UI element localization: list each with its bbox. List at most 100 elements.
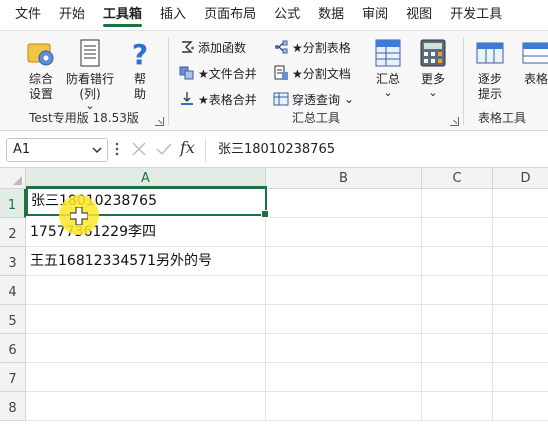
cell-c4[interactable] <box>422 276 493 305</box>
cell-c1[interactable] <box>422 189 493 218</box>
row-header-3[interactable]: 3 <box>0 247 26 276</box>
anti-typo-button[interactable]: 防看错行 (列) ⌄ <box>62 37 118 111</box>
cell-b8[interactable] <box>266 392 422 421</box>
split-tables-icon <box>275 40 288 54</box>
help-label: 帮 助 <box>133 72 146 101</box>
table-icon <box>522 42 548 64</box>
split-docs-label: ★分割文档 <box>292 66 351 81</box>
merge-tables-icon <box>181 92 193 105</box>
pivot-query-button[interactable]: 穿透查询 ⌄ <box>273 89 354 109</box>
svg-text:?: ? <box>132 38 148 69</box>
calculator-icon <box>420 39 446 67</box>
menu-bar: 文件 开始 工具箱 插入 页面布局 公式 数据 审阅 视图 开发工具 <box>0 0 548 30</box>
cell-b2[interactable] <box>266 218 422 247</box>
row-header-8[interactable]: 8 <box>0 392 26 421</box>
cell-b3[interactable] <box>266 247 422 276</box>
menu-insert[interactable]: 插入 <box>151 0 195 30</box>
cell-c5[interactable] <box>422 305 493 334</box>
cell-d4[interactable] <box>493 276 548 305</box>
menu-page-layout[interactable]: 页面布局 <box>195 0 265 30</box>
menu-file[interactable]: 文件 <box>6 0 50 30</box>
chevron-down-icon[interactable] <box>91 144 103 156</box>
dialog-launcher-icon[interactable] <box>155 117 164 126</box>
cell-a7[interactable] <box>26 363 266 392</box>
cell-b1[interactable] <box>266 189 422 218</box>
cell-a4[interactable] <box>26 276 266 305</box>
cell-c2[interactable] <box>422 218 493 247</box>
row-header-1[interactable]: 1 <box>0 189 26 218</box>
cell-d1[interactable] <box>493 189 548 218</box>
group-label-summary-tools: 汇总工具 <box>291 111 340 125</box>
row-header-2[interactable]: 2 <box>0 218 26 247</box>
cell-a3[interactable]: 王五16812334571另外的号 <box>26 247 266 276</box>
more-button[interactable]: 更多 ⌄ <box>413 37 453 99</box>
cell-a6[interactable] <box>26 334 266 363</box>
ribbon: 综合 设置 防看错行 (列) ⌄ ? 帮 助 Test专用版 18.53版 添加… <box>0 30 548 131</box>
settings-label: 综合 设置 <box>28 72 53 101</box>
help-button[interactable]: ? 帮 助 <box>122 37 158 102</box>
cell-d7[interactable] <box>493 363 548 392</box>
gear-folder-icon <box>27 43 54 66</box>
name-box-value: A1 <box>13 142 31 157</box>
cell-b6[interactable] <box>266 334 422 363</box>
column-header-c[interactable]: C <box>422 168 493 189</box>
row-header-5[interactable]: 5 <box>0 305 26 334</box>
formula-input[interactable]: 张三18010238765 <box>205 138 548 162</box>
cell-c7[interactable] <box>422 363 493 392</box>
pivot-query-label: 穿透查询 <box>292 92 341 107</box>
group-label-table-tools: 表格工具 <box>478 111 527 125</box>
cell-d2[interactable] <box>493 218 548 247</box>
menu-data[interactable]: 数据 <box>309 0 353 30</box>
insert-function-icon[interactable]: fx <box>180 138 195 157</box>
cancel-icon[interactable] <box>131 141 147 157</box>
add-function-button[interactable]: 添加函数 <box>179 37 246 57</box>
cell-b7[interactable] <box>266 363 422 392</box>
cell-d3[interactable] <box>493 247 548 276</box>
check-icon[interactable] <box>155 141 173 157</box>
cell-d5[interactable] <box>493 305 548 334</box>
menu-formulas[interactable]: 公式 <box>265 0 309 30</box>
column-header-d[interactable]: D <box>493 168 548 189</box>
ribbon-group-table-tools: 逐步 提示 表格 表格工具 <box>464 31 548 131</box>
cell-d6[interactable] <box>493 334 548 363</box>
step-hint-button[interactable]: 逐步 提示 <box>472 37 508 102</box>
split-docs-button[interactable]: ★分割文档 <box>273 63 351 83</box>
cell-d8[interactable] <box>493 392 548 421</box>
column-header-b[interactable]: B <box>266 168 422 189</box>
menu-home[interactable]: 开始 <box>50 0 94 30</box>
summary-sheet-icon <box>375 39 401 67</box>
menu-view[interactable]: 视图 <box>397 0 441 30</box>
settings-button[interactable]: 综合 设置 <box>20 37 62 102</box>
split-tables-label: ★分割表格 <box>292 40 351 55</box>
menu-toolbox[interactable]: 工具箱 <box>94 0 151 30</box>
cell-c8[interactable] <box>422 392 493 421</box>
row-header-7[interactable]: 7 <box>0 363 26 392</box>
name-box[interactable]: A1 <box>6 138 108 162</box>
merge-tables-button[interactable]: ★表格合并 <box>179 89 257 109</box>
menu-review[interactable]: 审阅 <box>353 0 397 30</box>
dialog-launcher-icon[interactable] <box>450 117 459 126</box>
menu-developer[interactable]: 开发工具 <box>441 0 511 30</box>
split-docs-icon <box>274 65 288 80</box>
chevron-down-icon: ⌄ <box>344 92 355 106</box>
cell-a8[interactable] <box>26 392 266 421</box>
cell-b4[interactable] <box>266 276 422 305</box>
cell-c3[interactable] <box>422 247 493 276</box>
table-button[interactable]: 表格 <box>516 37 548 87</box>
summary-button[interactable]: 汇总 ⌄ <box>369 37 407 99</box>
merge-tables-label: ★表格合并 <box>198 92 257 107</box>
cell-a5[interactable] <box>26 305 266 334</box>
formula-bar: A1 fx 张三18010238765 <box>0 131 548 168</box>
anti-typo-label: 防看错行 (列) <box>65 72 114 101</box>
summary-label: 汇总 <box>375 72 400 86</box>
cell-b5[interactable] <box>266 305 422 334</box>
cell-c6[interactable] <box>422 334 493 363</box>
more-vertical-icon[interactable] <box>114 141 120 157</box>
row-header-4[interactable]: 4 <box>0 276 26 305</box>
ribbon-group-summary-tools: 添加函数 ★文件合并 ★表格合并 ★分割表格 ★分割文档 穿透查询 ⌄ 汇总 ⌄… <box>169 31 463 131</box>
split-tables-button[interactable]: ★分割表格 <box>273 37 351 57</box>
select-all-corner[interactable] <box>0 168 26 189</box>
merge-files-button[interactable]: ★文件合并 <box>179 63 257 83</box>
row-header-6[interactable]: 6 <box>0 334 26 363</box>
more-label: 更多 <box>420 72 445 86</box>
